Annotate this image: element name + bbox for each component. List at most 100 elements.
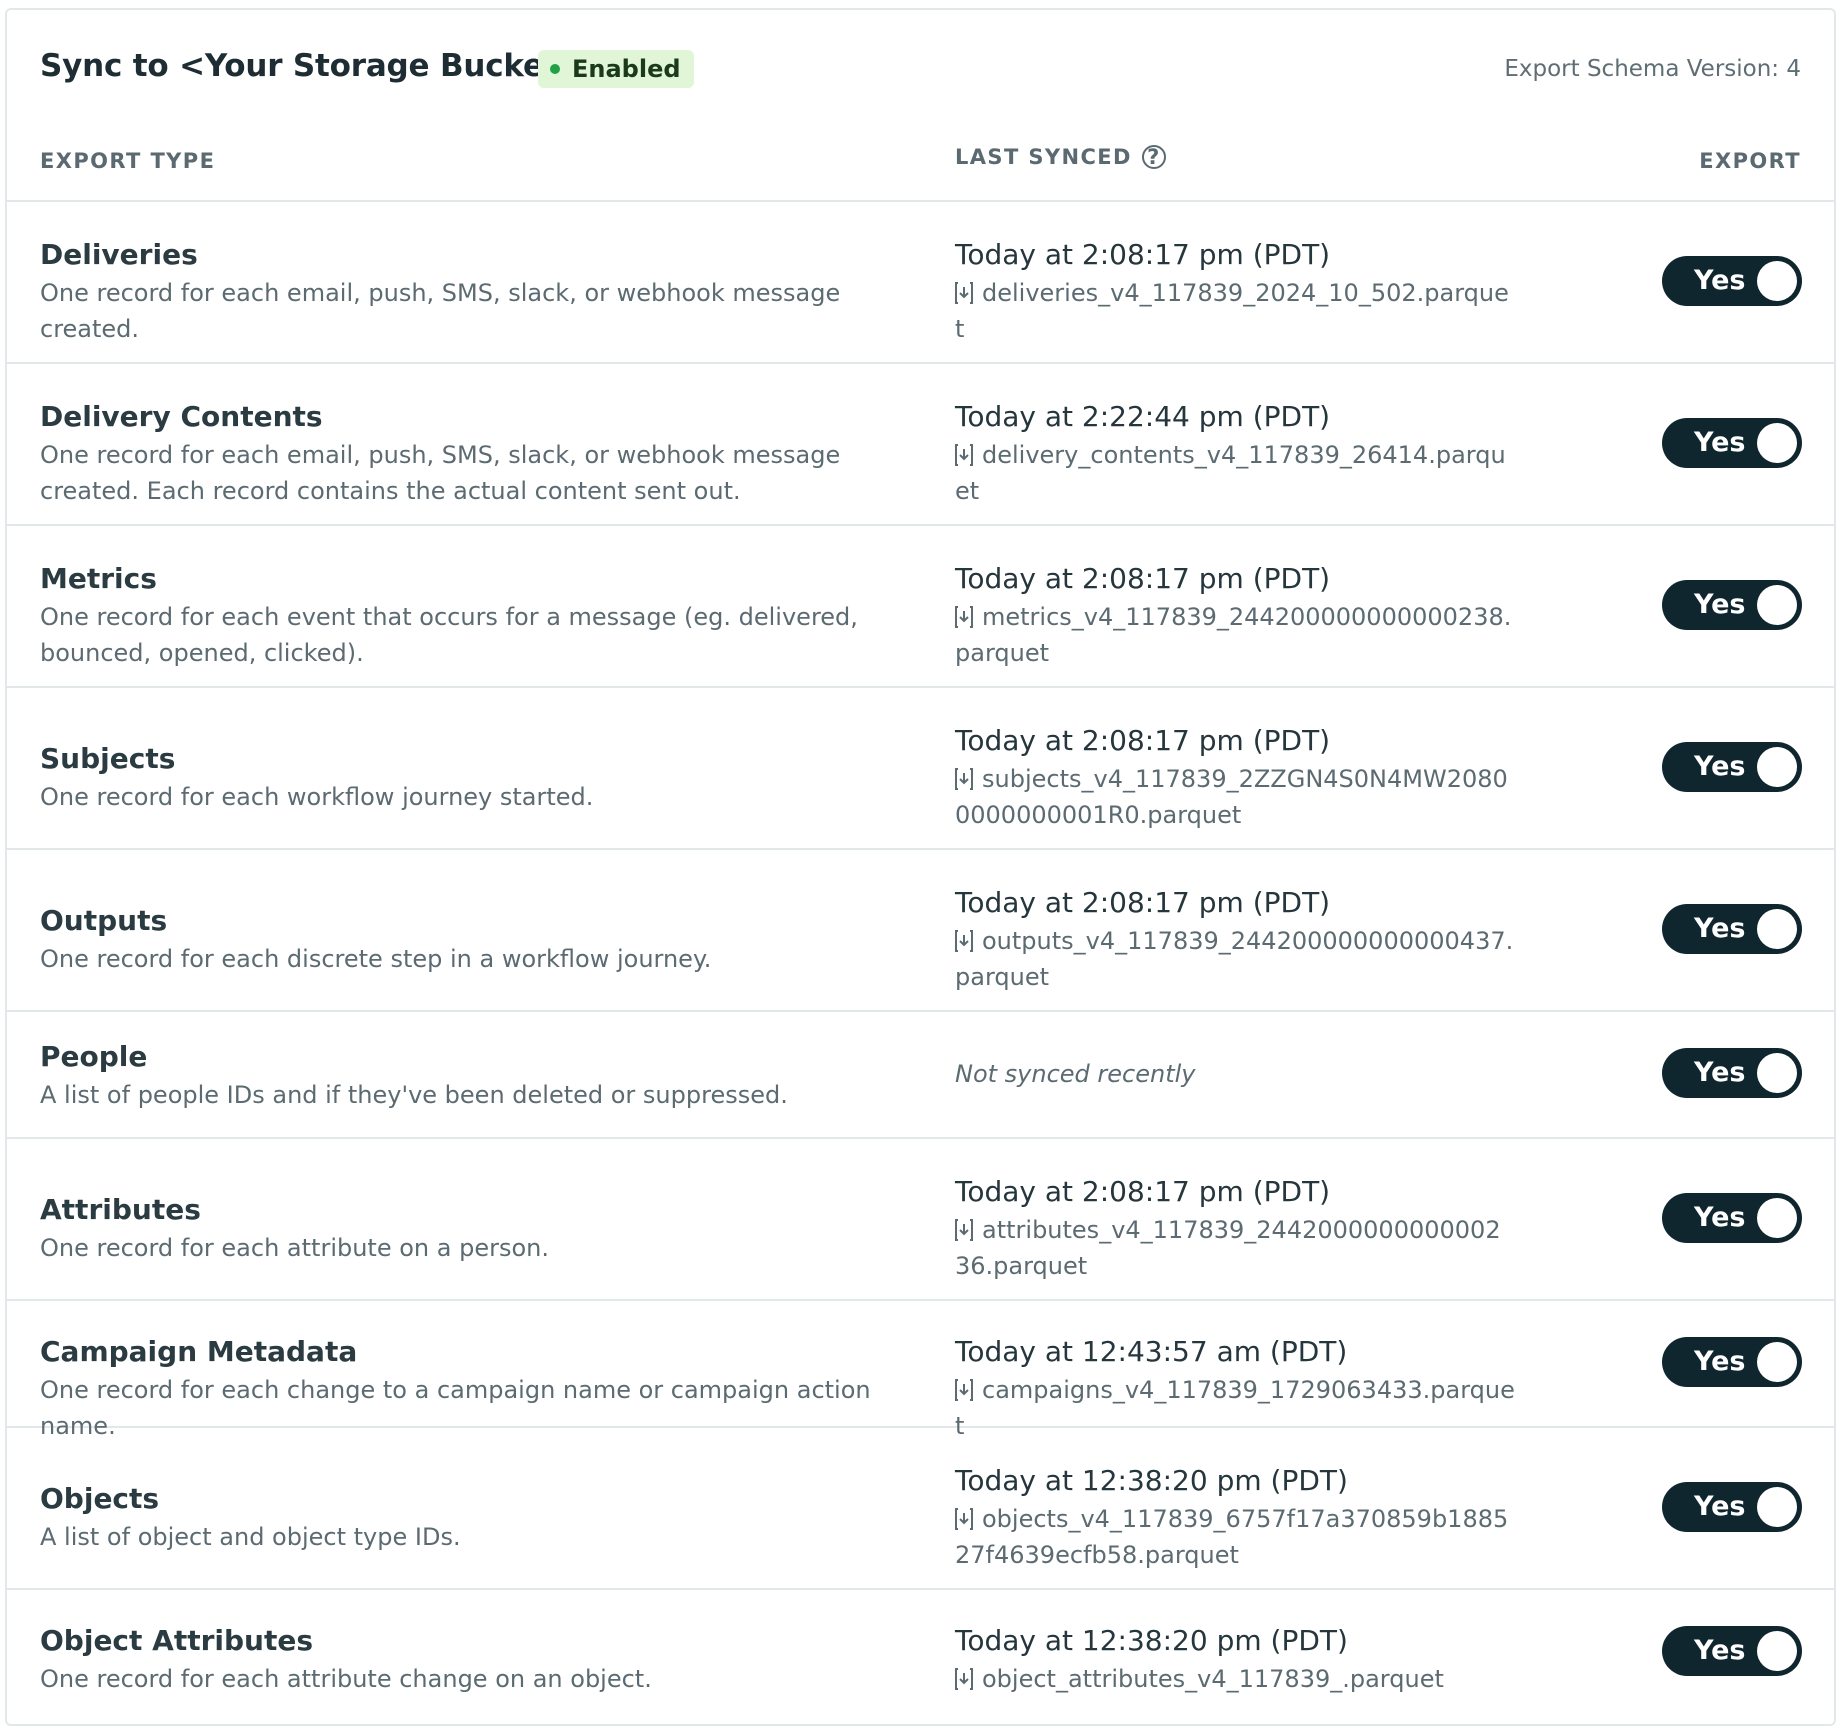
export-type-description: A list of people IDs and if they've been…	[40, 1081, 788, 1109]
table-row: Campaign Metadata One record for each cha…	[7, 1301, 1834, 1440]
last-synced-cell: Today at 2:08:17 pm (PDT) deliveries_v4_1…	[955, 238, 1515, 347]
export-type-cell: Objects A list of object and object type …	[40, 1482, 910, 1555]
table-row: Subjects One record for each workflow jou…	[7, 688, 1834, 850]
export-type-cell: Attributes One record for each attribute …	[40, 1193, 910, 1266]
last-synced-cell: Today at 2:08:17 pm (PDT) attributes_v4_1…	[955, 1175, 1515, 1284]
toggle-knob	[1757, 1342, 1797, 1382]
export-type-name: People	[40, 1040, 148, 1073]
column-header-last-synced-label: LAST SYNCED	[955, 145, 1132, 169]
toggle-knob	[1757, 1631, 1797, 1671]
export-type-cell: Delivery Contents One record for each ema…	[40, 400, 910, 509]
export-type-name: Object Attributes	[40, 1624, 314, 1657]
file-name[interactable]: delivery_contents_v4_117839_26414.parque…	[955, 441, 1506, 505]
export-toggle-label: Yes	[1694, 589, 1746, 620]
card-header: Sync to <Your Storage Bucket> Enabled Ex…	[7, 10, 1834, 105]
export-type-cell: Deliveries One record for each email, pus…	[40, 238, 910, 347]
help-icon[interactable]: ?	[1141, 145, 1166, 169]
download-file-link[interactable]: deliveries_v4_117839_2024_10_502.parquet	[955, 275, 1515, 347]
column-header-last-synced: LAST SYNCED ?	[955, 145, 1166, 169]
last-synced-time: Today at 2:08:17 pm (PDT)	[955, 886, 1331, 919]
file-name[interactable]: deliveries_v4_117839_2024_10_502.parquet	[955, 279, 1509, 343]
last-synced-time: Today at 12:38:20 pm (PDT)	[955, 1464, 1348, 1497]
table-row: Deliveries One record for each email, pus…	[7, 202, 1834, 364]
export-type-description: One record for each event that occurs fo…	[40, 603, 858, 667]
export-table-body: Deliveries One record for each email, pus…	[7, 202, 1834, 1717]
toggle-knob	[1757, 585, 1797, 625]
schema-version: Export Schema Version: 4	[1504, 56, 1801, 82]
export-settings-card: Sync to <Your Storage Bucket> Enabled Ex…	[5, 8, 1836, 1726]
export-type-name: Campaign Metadata	[40, 1335, 358, 1368]
download-file-link[interactable]: metrics_v4_117839_244200000000000238.par…	[955, 599, 1515, 671]
table-header: EXPORT TYPE LAST SYNCED ? EXPORT	[7, 105, 1834, 202]
page-title: Sync to <Your Storage Bucket>	[40, 48, 585, 84]
table-row: Outputs One record for each discrete step…	[7, 850, 1834, 1012]
export-type-name: Subjects	[40, 742, 176, 775]
export-type-cell: Subjects One record for each workflow jou…	[40, 742, 910, 815]
export-toggle[interactable]: Yes	[1662, 256, 1802, 306]
last-synced-cell: Today at 2:08:17 pm (PDT) subjects_v4_117…	[955, 724, 1515, 833]
file-name[interactable]: subjects_v4_117839_2ZZGN4S0N4MW208000000…	[955, 765, 1508, 829]
export-type-name: Attributes	[40, 1193, 201, 1226]
file-name[interactable]: object_attributes_v4_117839_.parquet	[982, 1665, 1444, 1693]
last-synced-time: Today at 2:08:17 pm (PDT)	[955, 724, 1331, 757]
status-badge: Enabled	[538, 50, 694, 88]
export-type-description: A list of object and object type IDs.	[40, 1523, 461, 1551]
export-type-cell: Outputs One record for each discrete step…	[40, 904, 910, 977]
download-file-link[interactable]: attributes_v4_117839_244200000000000236.…	[955, 1212, 1515, 1284]
file-name[interactable]: outputs_v4_117839_244200000000000437.par…	[955, 927, 1513, 991]
file-name[interactable]: objects_v4_117839_6757f17a370859b188527f…	[955, 1505, 1508, 1569]
export-toggle-label: Yes	[1694, 427, 1746, 458]
export-type-name: Metrics	[40, 562, 157, 595]
export-toggle[interactable]: Yes	[1662, 1626, 1802, 1676]
toggle-knob	[1757, 1198, 1797, 1238]
download-icon	[955, 1215, 973, 1241]
export-toggle[interactable]: Yes	[1662, 1048, 1802, 1098]
export-type-name: Objects	[40, 1482, 160, 1515]
export-type-description: One record for each workflow journey sta…	[40, 783, 594, 811]
export-type-description: One record for each discrete step in a w…	[40, 945, 712, 973]
file-name[interactable]: metrics_v4_117839_244200000000000238.par…	[955, 603, 1511, 667]
not-synced-text: Not synced recently	[955, 1060, 1196, 1088]
last-synced-time: Today at 2:22:44 pm (PDT)	[955, 400, 1331, 433]
download-icon	[955, 1664, 973, 1690]
last-synced-time: Today at 2:08:17 pm (PDT)	[955, 562, 1331, 595]
download-file-link[interactable]: objects_v4_117839_6757f17a370859b188527f…	[955, 1501, 1515, 1573]
download-file-link[interactable]: delivery_contents_v4_117839_26414.parque…	[955, 437, 1515, 509]
export-toggle[interactable]: Yes	[1662, 1193, 1802, 1243]
export-toggle[interactable]: Yes	[1662, 904, 1802, 954]
status-dot-icon	[550, 64, 560, 74]
table-row: Object Attributes One record for each att…	[7, 1590, 1834, 1717]
export-toggle[interactable]: Yes	[1662, 418, 1802, 468]
last-synced-cell: Today at 2:22:44 pm (PDT) delivery_conten…	[955, 400, 1515, 509]
column-header-export: EXPORT	[1699, 149, 1801, 173]
download-file-link[interactable]: subjects_v4_117839_2ZZGN4S0N4MW208000000…	[955, 761, 1515, 833]
export-toggle[interactable]: Yes	[1662, 580, 1802, 630]
export-toggle-label: Yes	[1694, 1346, 1746, 1377]
export-toggle[interactable]: Yes	[1662, 1482, 1802, 1532]
export-toggle[interactable]: Yes	[1662, 742, 1802, 792]
export-type-description: One record for each email, push, SMS, sl…	[40, 441, 841, 505]
toggle-knob	[1757, 1487, 1797, 1527]
download-file-link[interactable]: outputs_v4_117839_244200000000000437.par…	[955, 923, 1515, 995]
file-name[interactable]: attributes_v4_117839_244200000000000236.…	[955, 1216, 1501, 1280]
download-icon	[955, 1504, 973, 1530]
toggle-knob	[1757, 423, 1797, 463]
export-toggle-label: Yes	[1694, 1491, 1746, 1522]
last-synced-cell: Today at 2:08:17 pm (PDT) outputs_v4_1178…	[955, 886, 1515, 995]
toggle-knob	[1757, 909, 1797, 949]
download-icon	[955, 1375, 973, 1401]
export-toggle[interactable]: Yes	[1662, 1337, 1802, 1387]
export-toggle-label: Yes	[1694, 913, 1746, 944]
table-row: Metrics One record for each event that oc…	[7, 526, 1834, 688]
toggle-knob	[1757, 747, 1797, 787]
export-toggle-label: Yes	[1694, 1202, 1746, 1233]
download-icon	[955, 764, 973, 790]
export-type-cell: Metrics One record for each event that oc…	[40, 562, 910, 671]
last-synced-cell: Today at 12:38:20 pm (PDT) object_attribu…	[955, 1624, 1515, 1697]
export-type-description: One record for each attribute change on …	[40, 1665, 652, 1693]
last-synced-cell: Not synced recently	[955, 1060, 1515, 1088]
download-file-link[interactable]: object_attributes_v4_117839_.parquet	[955, 1661, 1515, 1697]
last-synced-time: Today at 12:43:57 am (PDT)	[955, 1335, 1348, 1368]
status-badge-label: Enabled	[572, 55, 681, 83]
download-icon	[955, 602, 973, 628]
